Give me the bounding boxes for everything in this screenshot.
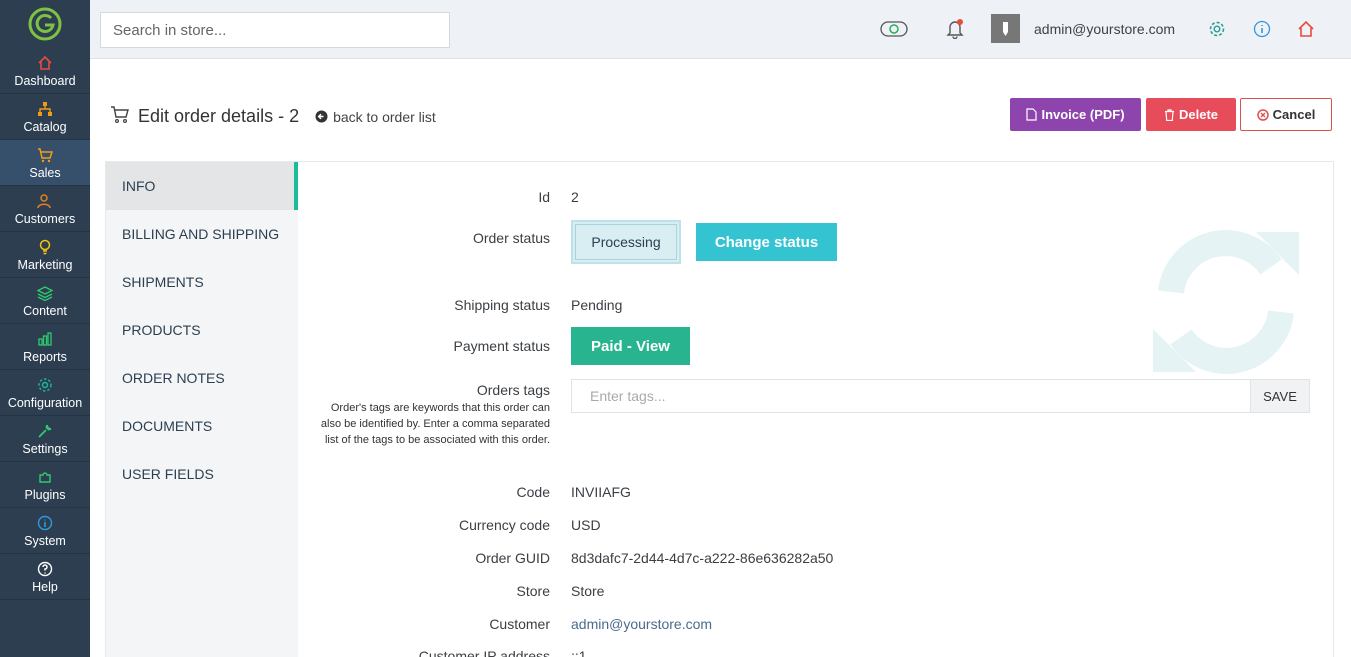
order-guid-value: 8d3dafc7-2d44-4d7c-a222-86e636282a50	[571, 550, 834, 566]
nav-label: Reports	[23, 349, 67, 364]
payment-status-label: Payment status	[453, 338, 551, 354]
customer-label: Customer	[489, 616, 550, 632]
change-status-button[interactable]: Change status	[696, 223, 837, 261]
nav-label: Dashboard	[14, 73, 76, 88]
home-icon[interactable]	[1297, 16, 1315, 42]
order-details-panel: INFO BILLING AND SHIPPING SHIPMENTS PROD…	[105, 161, 1334, 657]
nav-label: Marketing	[17, 257, 73, 272]
customer-ip-value: ::1	[571, 648, 587, 657]
logo-icon	[28, 7, 62, 41]
paid-view-button[interactable]: Paid - View	[571, 327, 690, 365]
nav-catalog[interactable]: Catalog	[0, 94, 90, 140]
home-icon	[36, 54, 54, 72]
info-icon[interactable]	[1253, 16, 1271, 42]
question-icon	[36, 560, 54, 578]
puzzle-icon	[36, 468, 54, 486]
nav-marketing[interactable]: Marketing	[0, 232, 90, 278]
nav-plugins[interactable]: Plugins	[0, 462, 90, 508]
toggle-icon[interactable]	[880, 16, 908, 42]
users-icon	[36, 192, 54, 210]
back-to-order-list-link[interactable]: back to order list	[315, 109, 436, 125]
nav-label: Help	[32, 579, 58, 594]
nav-label: Catalog	[23, 119, 67, 134]
nav-help[interactable]: Help	[0, 554, 90, 600]
nav-label: Settings	[22, 441, 68, 456]
id-value: 2	[571, 189, 579, 205]
customer-link[interactable]: admin@yourstore.com	[571, 616, 712, 632]
tab-documents[interactable]: DOCUMENTS	[106, 402, 298, 450]
app-logo[interactable]	[0, 0, 90, 48]
store-value: Store	[571, 583, 605, 599]
tab-billing-and-shipping[interactable]: BILLING AND SHIPPING	[106, 210, 298, 258]
top-bar: admin@yourstore.com	[90, 0, 1351, 59]
tab-info[interactable]: INFO	[106, 162, 298, 210]
order-status-badge: Processing	[571, 220, 681, 264]
nav-label: Customers	[14, 211, 76, 226]
cart-icon	[110, 104, 130, 129]
currency-code-label: Currency code	[458, 517, 550, 533]
orders-tags-label: Orders tags	[476, 382, 550, 398]
wrench-icon	[36, 422, 54, 440]
order-status-label: Order status	[472, 230, 550, 246]
settings-gear-icon[interactable]	[1208, 16, 1226, 42]
avatar[interactable]	[991, 13, 1020, 43]
lightbulb-icon	[36, 238, 54, 256]
nav-dashboard[interactable]: Dashboard	[0, 48, 90, 94]
shipping-status-value: Pending	[571, 297, 623, 313]
order-guid-label: Order GUID	[475, 550, 550, 566]
layers-icon	[36, 284, 54, 302]
cart-icon	[36, 146, 54, 164]
search-input[interactable]	[100, 12, 450, 48]
nav-reports[interactable]: Reports	[0, 324, 90, 370]
code-label: Code	[516, 484, 550, 500]
nav-label: System	[24, 533, 66, 548]
trash-icon	[1164, 108, 1175, 121]
nav-label: Plugins	[24, 487, 66, 502]
tab-order-notes[interactable]: ORDER NOTES	[106, 354, 298, 402]
nav-label: Content	[23, 303, 67, 318]
invoice-pdf-button[interactable]: Invoice (PDF)	[1010, 98, 1141, 131]
nav-label: Configuration	[7, 395, 83, 410]
sitemap-icon	[36, 100, 54, 118]
bar-chart-icon	[36, 330, 54, 348]
customer-ip-label: Customer IP address	[418, 648, 550, 657]
nav-content[interactable]: Content	[0, 278, 90, 324]
code-value: INVIIAFG	[571, 484, 631, 500]
notifications-bell-icon[interactable]	[946, 16, 964, 42]
page-header: Edit order details - 2 back to order lis…	[110, 104, 436, 129]
info-icon	[36, 514, 54, 532]
gear-icon	[36, 376, 54, 394]
currency-code-value: USD	[571, 517, 601, 533]
tab-shipments[interactable]: SHIPMENTS	[106, 258, 298, 306]
cancel-circle-icon	[1256, 108, 1269, 121]
nav-system[interactable]: System	[0, 508, 90, 554]
arrow-circle-left-icon	[315, 110, 328, 123]
id-label: Id	[538, 189, 550, 205]
delete-button[interactable]: Delete	[1146, 98, 1236, 131]
store-label: Store	[516, 583, 550, 599]
page-title: Edit order details - 2	[138, 106, 300, 126]
orders-tags-hint: Order's tags are keywords that this orde…	[320, 402, 550, 446]
order-tabs: INFO BILLING AND SHIPPING SHIPMENTS PROD…	[106, 162, 298, 657]
shipping-status-label: Shipping status	[454, 297, 550, 313]
sidebar: Dashboard Catalog Sales Customers Market…	[0, 0, 90, 657]
save-tags-button[interactable]: SAVE	[1250, 379, 1310, 413]
pdf-file-icon	[1026, 108, 1038, 121]
nav-configuration[interactable]: Configuration	[0, 370, 90, 416]
user-email[interactable]: admin@yourstore.com	[1034, 21, 1175, 37]
refresh-watermark-icon	[1153, 230, 1299, 374]
nav-customers[interactable]: Customers	[0, 186, 90, 232]
tab-products[interactable]: PRODUCTS	[106, 306, 298, 354]
nav-label: Sales	[29, 165, 61, 180]
tags-input[interactable]	[571, 379, 1251, 413]
cancel-button[interactable]: Cancel	[1240, 98, 1332, 131]
nav-settings[interactable]: Settings	[0, 416, 90, 462]
tab-user-fields[interactable]: USER FIELDS	[106, 450, 298, 498]
nav-sales[interactable]: Sales	[0, 140, 90, 186]
